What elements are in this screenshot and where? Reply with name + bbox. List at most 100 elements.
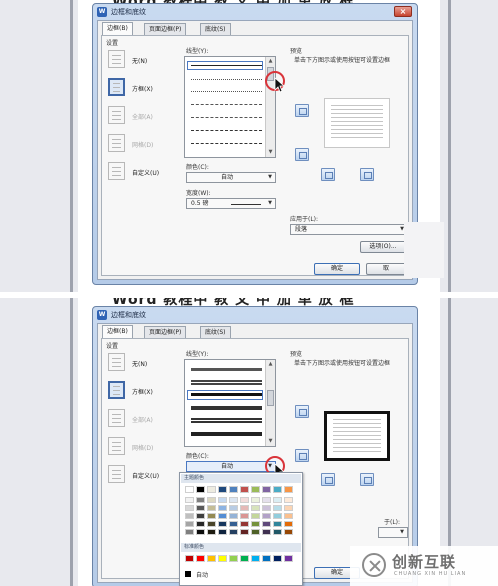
theme-shade-swatch[interactable] <box>207 505 216 511</box>
theme-color-swatch[interactable] <box>207 486 216 493</box>
scroll-up-icon[interactable]: ▲ <box>266 360 275 369</box>
line-style-option[interactable] <box>191 368 262 371</box>
standard-color-swatch[interactable] <box>185 555 194 562</box>
theme-shade-swatch[interactable] <box>240 505 249 511</box>
theme-shade-swatch[interactable] <box>229 521 238 527</box>
theme-color-swatch[interactable] <box>218 486 227 493</box>
scroll-up-icon[interactable]: ▲ <box>266 57 275 66</box>
theme-shade-swatch[interactable] <box>207 497 216 503</box>
theme-shade-swatch[interactable] <box>284 529 293 535</box>
theme-shade-swatch[interactable] <box>207 513 216 519</box>
standard-color-swatch[interactable] <box>240 555 249 562</box>
theme-shade-swatch[interactable] <box>185 529 194 535</box>
auto-color-swatch[interactable] <box>185 571 191 577</box>
line-style-option[interactable] <box>191 65 262 66</box>
standard-color-swatch[interactable] <box>229 555 238 562</box>
standard-color-swatch[interactable] <box>251 555 260 562</box>
theme-shade-swatch[interactable] <box>240 497 249 503</box>
theme-shade-swatch[interactable] <box>196 497 205 503</box>
theme-shade-swatch[interactable] <box>185 505 194 511</box>
theme-shade-swatch[interactable] <box>185 497 194 503</box>
options-button[interactable]: 选项(O)... <box>360 241 406 253</box>
setting-all[interactable]: 全部(A) <box>108 409 168 429</box>
line-style-list[interactable]: ▲ ▼ <box>184 56 276 158</box>
line-style-option[interactable] <box>191 104 262 105</box>
color-dropdown[interactable]: 自动 ▼ <box>186 461 276 472</box>
setting-box[interactable]: 方框(X) <box>108 78 168 98</box>
theme-shade-swatch[interactable] <box>262 505 271 511</box>
theme-shade-swatch[interactable] <box>207 529 216 535</box>
theme-shade-swatch[interactable] <box>273 521 282 527</box>
theme-color-swatch[interactable] <box>229 486 238 493</box>
color-dropdown[interactable]: 自动 ▼ <box>186 172 276 183</box>
tab-page-border[interactable]: 页面边框(P) <box>144 326 187 338</box>
setting-none[interactable]: 无(N) <box>108 353 168 373</box>
cancel-button[interactable]: 取 <box>366 263 406 275</box>
line-style-option[interactable] <box>191 393 262 396</box>
theme-shade-swatch[interactable] <box>185 521 194 527</box>
setting-custom[interactable]: 自定义(U) <box>108 162 168 182</box>
tab-borders[interactable]: 边框(B) <box>102 22 133 36</box>
top-border-button[interactable] <box>295 405 309 418</box>
theme-shade-swatch[interactable] <box>196 513 205 519</box>
apply-to-dropdown[interactable]: 段落 ▼ <box>290 224 408 235</box>
theme-shade-swatch[interactable] <box>251 505 260 511</box>
theme-shade-swatch[interactable] <box>229 513 238 519</box>
standard-color-swatch[interactable] <box>207 555 216 562</box>
theme-shade-swatch[interactable] <box>229 497 238 503</box>
line-style-option[interactable] <box>191 130 262 131</box>
theme-shade-swatch[interactable] <box>240 513 249 519</box>
theme-shade-swatch[interactable] <box>273 529 282 535</box>
tab-shading[interactable]: 底纹(S) <box>200 326 231 338</box>
theme-shade-swatch[interactable] <box>273 513 282 519</box>
scroll-down-icon[interactable]: ▼ <box>266 148 275 157</box>
theme-shade-swatch[interactable] <box>185 513 194 519</box>
theme-shade-swatch[interactable] <box>262 529 271 535</box>
line-style-list[interactable]: ▲ ▼ <box>184 359 276 447</box>
width-dropdown[interactable]: 0.5 磅 ▼ <box>186 198 276 209</box>
theme-color-swatch[interactable] <box>185 486 194 493</box>
standard-color-swatch[interactable] <box>196 555 205 562</box>
theme-color-swatch[interactable] <box>240 486 249 493</box>
scroll-down-icon[interactable]: ▼ <box>266 437 275 446</box>
theme-shade-swatch[interactable] <box>196 505 205 511</box>
standard-color-swatch[interactable] <box>218 555 227 562</box>
theme-shade-swatch[interactable] <box>196 521 205 527</box>
standard-color-swatch[interactable] <box>284 555 293 562</box>
theme-shade-swatch[interactable] <box>218 497 227 503</box>
theme-shade-swatch[interactable] <box>284 513 293 519</box>
right-border-button[interactable] <box>360 168 374 181</box>
theme-color-swatch[interactable] <box>251 486 260 493</box>
scroll-thumb[interactable] <box>267 390 274 406</box>
theme-shade-swatch[interactable] <box>251 529 260 535</box>
setting-grid[interactable]: 网格(D) <box>108 437 168 457</box>
left-border-button[interactable] <box>321 168 335 181</box>
theme-shade-swatch[interactable] <box>229 505 238 511</box>
line-style-scrollbar[interactable]: ▲ ▼ <box>265 360 275 446</box>
tab-borders[interactable]: 边框(B) <box>102 325 133 339</box>
theme-shade-swatch[interactable] <box>218 529 227 535</box>
theme-shade-swatch[interactable] <box>218 521 227 527</box>
right-border-button[interactable] <box>360 473 374 486</box>
theme-shade-swatch[interactable] <box>218 505 227 511</box>
theme-color-swatch[interactable] <box>273 486 282 493</box>
theme-shade-swatch[interactable] <box>262 497 271 503</box>
theme-color-swatch[interactable] <box>262 486 271 493</box>
border-preview[interactable] <box>324 98 390 148</box>
setting-none[interactable]: 无(N) <box>108 50 168 70</box>
tab-shading[interactable]: 底纹(S) <box>200 23 231 35</box>
theme-shade-swatch[interactable] <box>218 513 227 519</box>
theme-shade-swatch[interactable] <box>229 529 238 535</box>
theme-shade-swatch[interactable] <box>262 521 271 527</box>
setting-grid[interactable]: 网格(D) <box>108 134 168 154</box>
line-style-option[interactable] <box>191 418 262 420</box>
line-style-option[interactable] <box>191 380 262 382</box>
close-button[interactable]: × <box>394 6 412 17</box>
line-style-option[interactable] <box>191 117 262 118</box>
standard-color-swatch[interactable] <box>273 555 282 562</box>
bottom-border-button[interactable] <box>295 148 309 161</box>
tab-page-border[interactable]: 页面边框(P) <box>144 23 187 35</box>
left-border-button[interactable] <box>321 473 335 486</box>
line-style-option[interactable] <box>191 432 262 436</box>
auto-color-label[interactable]: 自动 <box>196 570 208 579</box>
